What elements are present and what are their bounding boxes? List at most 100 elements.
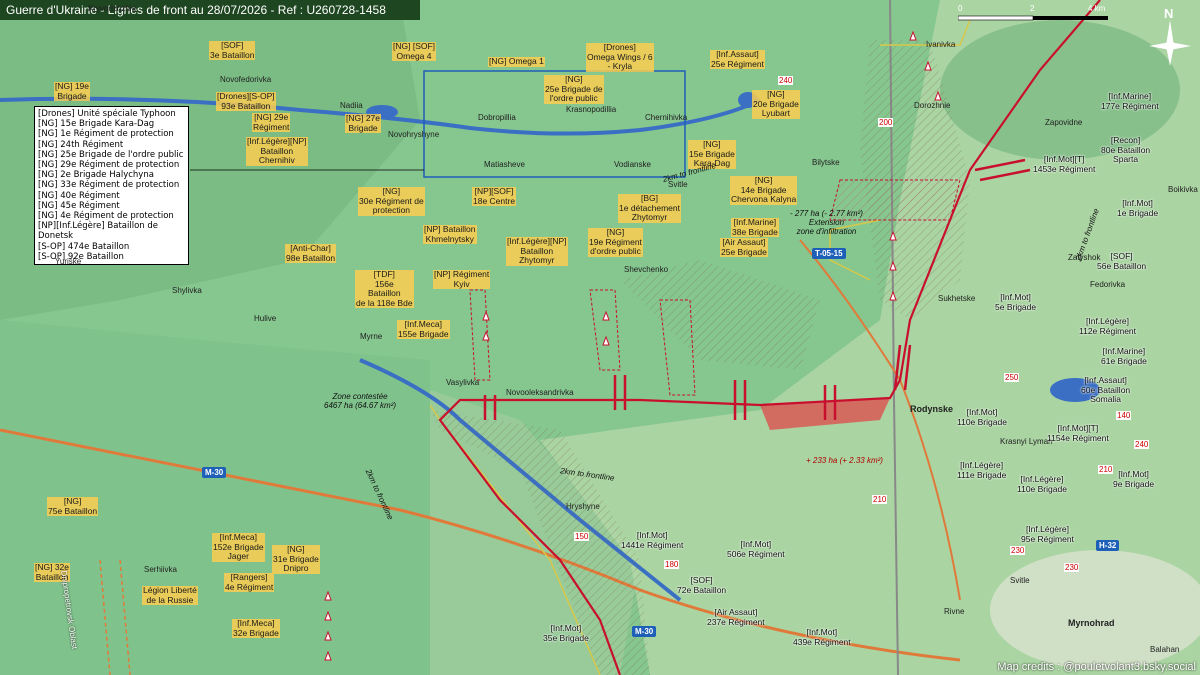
ru-unit-label: [SOF] 72e Bataillon bbox=[677, 575, 727, 595]
ua-unit-label: [NG] 75e Bataillon bbox=[47, 496, 99, 516]
map-credits: Map credits : @pouletvolant3.bsky.social bbox=[997, 661, 1196, 673]
ua-unit-label: [Air Assaut] 25e Brigade bbox=[720, 237, 768, 257]
place-label: Krasnopodillia bbox=[566, 105, 617, 114]
road-number: 140 bbox=[1116, 411, 1132, 420]
road-number: 180 bbox=[664, 560, 680, 569]
ua-unit-label: [BG] 1e détachement Zhytomyr bbox=[618, 193, 681, 223]
ua-unit-label: [Inf.Légère][NP] Bataillon Chernihiv bbox=[246, 136, 308, 166]
ua-unit-label: [Inf.Meca] 32e Brigade bbox=[232, 618, 280, 638]
north-arrow-icon: N bbox=[1145, 6, 1195, 68]
scale-label-0: 0 bbox=[958, 4, 963, 13]
ua-unit-label: [Anti-Char] 98e Bataillon bbox=[285, 243, 337, 263]
road-number: 240 bbox=[1134, 440, 1150, 449]
legend-item: [NG] 45e Régiment bbox=[38, 200, 120, 211]
place-label: Novooleksandrivka bbox=[506, 388, 574, 397]
ua-unit-label: [Inf.Meca] 155e Brigade bbox=[397, 319, 450, 339]
place-label: Hulive bbox=[254, 314, 277, 323]
gain-label: + 233 ha (+ 2.33 km²) bbox=[806, 456, 883, 465]
ru-unit-label: [SOF] 56e Bataillon bbox=[1097, 251, 1147, 271]
scale-label-4: 4 km bbox=[1088, 4, 1106, 13]
legend-item: [Drones] Unité spéciale Typhoon bbox=[38, 109, 176, 119]
place-label: Fedorivka bbox=[1090, 280, 1126, 289]
ua-unit-label: [Inf.Meca] 152e Brigade Jager bbox=[212, 532, 265, 562]
ru-unit-label: [Inf.Légère] 95e Régiment bbox=[1021, 524, 1074, 544]
legend-item: [NG] 40e Régiment bbox=[38, 190, 120, 201]
ua-unit-label: [Rangers] 4e Régiment bbox=[224, 572, 275, 592]
legend-item: [NG] 2e Brigade Halychyna bbox=[38, 170, 154, 181]
place-label: Rodynske bbox=[910, 404, 954, 414]
road-badge: H-32 bbox=[1096, 540, 1120, 551]
ru-unit-label: [Inf.Marine] 61e Brigade bbox=[1101, 346, 1147, 366]
legend-item: [NG] 29e Régiment de protection bbox=[38, 160, 180, 171]
place-label: Rivne bbox=[944, 607, 965, 616]
legend-item: [S-OP] 474e Bataillon bbox=[38, 241, 130, 252]
ru-unit-label: [Inf.Mot] 506e Régiment bbox=[727, 539, 785, 559]
legend-item: [NG] 1e Régiment de protection bbox=[38, 129, 174, 140]
road-badge: M-30 bbox=[632, 626, 657, 637]
road-badge: T-05-15 bbox=[812, 248, 846, 259]
ua-unit-label: [NG] 27e Brigade bbox=[345, 113, 382, 133]
ua-unit-label: Légion Liberté de la Russie bbox=[142, 585, 198, 605]
road-number: 240 bbox=[778, 76, 794, 85]
place-label: Sukhetske bbox=[938, 294, 976, 303]
place-label: Yuriske bbox=[55, 257, 82, 266]
road-number: 230 bbox=[1010, 546, 1026, 555]
place-label: Shevchenko bbox=[624, 265, 669, 274]
ru-unit-label: [Inf.Mot] 1e Brigade bbox=[1117, 198, 1159, 218]
ua-unit-label: [Drones] Omega Wings / 6- Kryla bbox=[586, 42, 654, 72]
ru-unit-label: [Inf.Légère] 110e Brigade bbox=[1017, 474, 1067, 494]
ua-unit-label: [SOF] 3e Bataillon bbox=[209, 40, 256, 60]
ru-unit-label: [Recon] 80e Bataillon Sparta bbox=[1101, 135, 1151, 164]
ru-unit-label: [Inf.Mot] 5e Brigade bbox=[995, 292, 1037, 312]
legend-item: [NG] 4e Régiment de protection bbox=[38, 211, 174, 222]
place-label: Novofedorivka bbox=[220, 75, 272, 84]
ua-unit-label: [NG] Omega 1 bbox=[488, 56, 545, 67]
legend-item: [NG] 33e Régiment de protection bbox=[38, 180, 180, 191]
ua-unit-label: [NG] 30e Régiment de protection bbox=[358, 186, 425, 216]
scale-bar: 0 2 4 km bbox=[957, 4, 1108, 24]
ua-unit-label: [Inf.Légère][NP] Bataillon Zhytomyr bbox=[506, 236, 568, 266]
place-label: Dorozhnie bbox=[914, 101, 951, 110]
place-label: Zapovidne bbox=[1045, 118, 1083, 127]
ua-unit-label: [NG] 19e Régiment d'ordre public bbox=[588, 227, 643, 257]
frontline-map: { "title": "Guerre d'Ukraine - Lignes de… bbox=[0, 0, 1200, 675]
road-number: 210 bbox=[1098, 465, 1114, 474]
ua-unit-label: [NG] 19e Brigade bbox=[54, 81, 91, 101]
road-number: 230 bbox=[1064, 563, 1080, 572]
ru-unit-label: [Air Assaut] 237e Régiment bbox=[707, 607, 765, 627]
road-number: 150 bbox=[574, 532, 590, 541]
ua-unit-label: [NG] 20e Brigade Lyubart bbox=[752, 89, 800, 119]
place-label: Serhiivka bbox=[144, 565, 177, 574]
place-label: Svitle bbox=[1010, 576, 1030, 585]
place-label: Nadiia bbox=[340, 101, 363, 110]
ru-unit-label: [Inf.Mot] 110e Brigade bbox=[957, 407, 1007, 427]
place-label: Vasylivka bbox=[446, 378, 480, 387]
ua-unit-label: [Drones][S-OP] 93e Bataillon bbox=[216, 91, 276, 111]
ua-unit-label: [NP] Bataillon Khmelnytsky bbox=[423, 224, 477, 244]
scale-label-2: 2 bbox=[1030, 4, 1035, 13]
north-label: N bbox=[1164, 6, 1174, 21]
map-title: Guerre d'Ukraine - Lignes de front au 28… bbox=[0, 0, 420, 20]
place-label: Chernihivka bbox=[645, 113, 688, 122]
contested-zone-label: Zone contestée 6467 ha (64.67 km²) bbox=[324, 392, 397, 410]
place-label: Novohryshyne bbox=[388, 130, 440, 139]
place-label: Boikivka bbox=[1168, 185, 1198, 194]
ru-unit-label: [Inf.Légère] 112e Régiment bbox=[1079, 316, 1137, 336]
legend-item: [NP][Inf.Légère] Bataillon de Donetsk bbox=[38, 221, 158, 242]
place-label: Vodianske bbox=[614, 160, 651, 169]
ua-unit-label: [NG] [SOF] Omega 4 bbox=[392, 41, 437, 61]
ru-unit-label: [Inf.Assaut] 60e Bataillon Somalia bbox=[1081, 375, 1131, 404]
ua-unit-label: [Inf.Assaut] 25e Régiment bbox=[710, 49, 765, 69]
legend-item: [NG] 15e Brigade Kara-Dag bbox=[38, 119, 155, 130]
ru-unit-label: [Inf.Mot] 9e Brigade bbox=[1113, 469, 1155, 489]
unit-legend: [Drones] Unité spéciale Typhoon [NG] 15e… bbox=[34, 106, 189, 266]
extension-label: - 277 ha (- 2.77 km²) Extension zone d'inf… bbox=[790, 209, 863, 236]
place-label: Kryvorizhzhia bbox=[88, 4, 137, 13]
ru-unit-label: [Inf.Mot] 439e Régiment bbox=[793, 627, 851, 647]
ru-unit-label: [Inf.Mot][T] 1154e Régiment bbox=[1047, 423, 1109, 443]
legend-item: [NG] 24th Régiment bbox=[38, 139, 124, 150]
place-label: Myrnohrad bbox=[1068, 618, 1115, 628]
place-label: Dobropillia bbox=[478, 113, 516, 122]
road-number: 200 bbox=[878, 118, 894, 127]
road-number: 210 bbox=[872, 495, 888, 504]
